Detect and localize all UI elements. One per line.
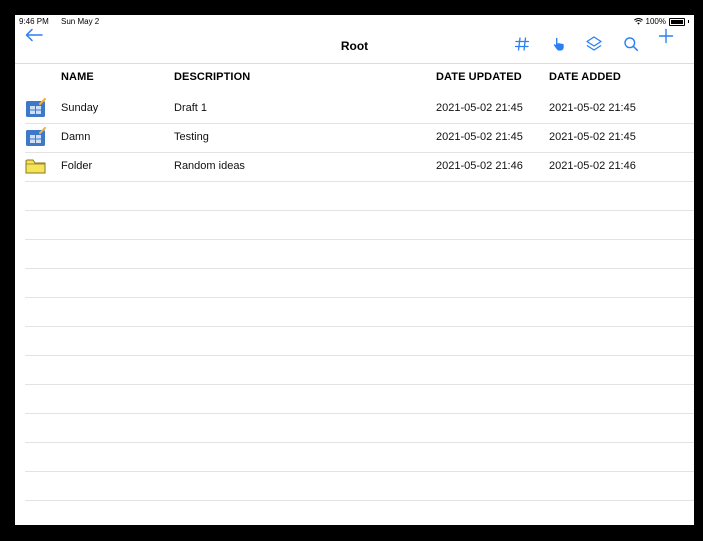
touch-button[interactable] — [548, 33, 570, 55]
empty-row — [25, 181, 694, 211]
column-header-name[interactable]: NAME — [61, 71, 94, 83]
wifi-icon — [633, 18, 643, 25]
empty-row — [25, 326, 694, 356]
nav-bar: Root — [15, 28, 694, 64]
empty-row — [25, 239, 694, 269]
row-name: Damn — [61, 131, 91, 143]
table-row[interactable]: Damn Testing 2021-05-02 21:45 2021-05-02… — [25, 123, 694, 153]
database-icon — [25, 98, 47, 118]
empty-row — [25, 471, 694, 501]
hand-pointer-icon — [553, 37, 564, 51]
layers-icon — [586, 36, 602, 51]
plus-icon — [658, 28, 674, 44]
column-header-date-updated[interactable]: DATE UPDATED — [436, 71, 522, 83]
empty-row — [25, 297, 694, 327]
empty-row — [25, 268, 694, 298]
empty-row — [25, 384, 694, 414]
status-date: Sun May 2 — [61, 17, 100, 26]
row-date-updated: 2021-05-02 21:45 — [436, 131, 523, 143]
row-date-updated: 2021-05-02 21:45 — [436, 102, 523, 114]
search-button[interactable] — [620, 33, 642, 55]
layers-button[interactable] — [583, 33, 605, 55]
empty-row — [25, 355, 694, 385]
column-header-description[interactable]: DESCRIPTION — [174, 71, 250, 83]
search-icon — [624, 37, 639, 52]
row-description: Testing — [174, 131, 209, 143]
row-date-added: 2021-05-02 21:46 — [549, 160, 636, 172]
row-description: Random ideas — [174, 160, 245, 172]
row-name: Folder — [61, 160, 93, 172]
table-row[interactable]: Sunday Draft 1 2021-05-02 21:45 2021-05-… — [25, 94, 694, 124]
battery-tip — [688, 20, 689, 23]
row-date-added: 2021-05-02 21:45 — [549, 131, 636, 143]
row-date-added: 2021-05-02 21:45 — [549, 102, 636, 114]
hash-button[interactable] — [511, 33, 533, 55]
app-screen: 9:46 PM Sun May 2 100% Root NAME DESCRIP… — [15, 15, 694, 525]
folder-icon — [25, 156, 47, 176]
column-header-date-added[interactable]: DATE ADDED — [549, 71, 621, 83]
table-row[interactable]: Folder Random ideas 2021-05-02 21:46 202… — [25, 152, 694, 182]
empty-row — [25, 442, 694, 472]
status-bar: 9:46 PM Sun May 2 100% — [15, 15, 694, 29]
empty-row — [25, 210, 694, 240]
row-date-updated: 2021-05-02 21:46 — [436, 160, 523, 172]
database-icon — [25, 127, 47, 147]
empty-row — [25, 413, 694, 443]
row-name: Sunday — [61, 102, 99, 114]
hash-icon — [514, 37, 530, 51]
row-description: Draft 1 — [174, 102, 208, 114]
add-button[interactable] — [655, 25, 677, 47]
